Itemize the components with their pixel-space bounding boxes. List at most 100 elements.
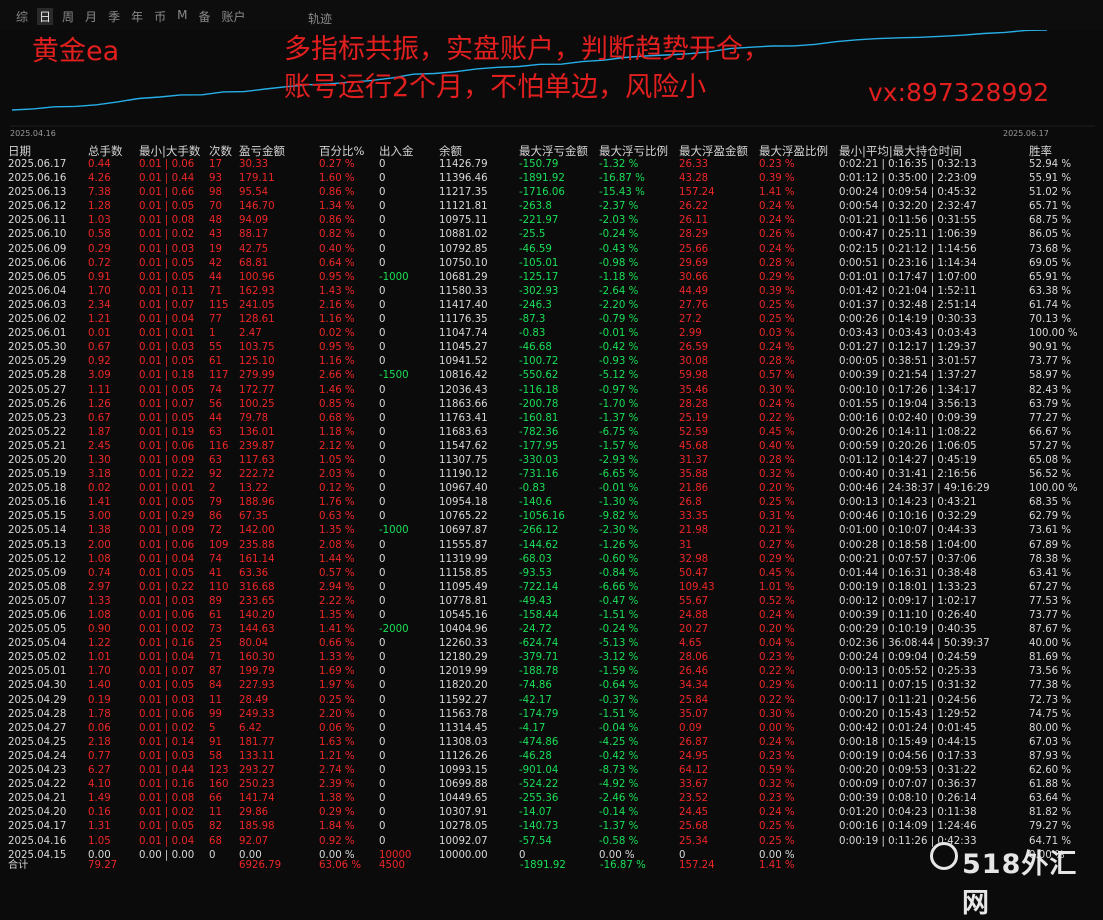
tab-6[interactable]: 币 bbox=[152, 8, 168, 25]
table-row[interactable]: 2025.05.21 2.45 0.01 | 0.06 116 239.87 2.12 %… bbox=[8, 440, 1103, 454]
cell-max-float-profit-pct: 0.59 % bbox=[759, 765, 795, 777]
table-row[interactable]: 2025.04.30 1.40 0.01 | 0.05 84 227.93 1.97 % 0… bbox=[8, 679, 1103, 693]
table-row[interactable]: 2025.06.11 1.03 0.01 | 0.08 48 94.09 0.86 % 0 1… bbox=[8, 214, 1103, 228]
cell-max-float-loss: -1716.06 bbox=[519, 187, 565, 199]
table-row[interactable]: 2025.05.04 1.22 0.01 | 0.16 25 80.04 0.66 % 0 1… bbox=[8, 637, 1103, 651]
table-row[interactable]: 2025.06.12 1.28 0.01 | 0.05 70 146.70 1.34 % 0… bbox=[8, 200, 1103, 214]
header-pnl[interactable]: 盈亏金额 bbox=[239, 144, 285, 158]
tab-7[interactable]: M bbox=[175, 8, 189, 25]
table-row[interactable]: 2025.06.16 4.26 0.01 | 0.44 93 179.11 1.60 % 0… bbox=[8, 172, 1103, 186]
tab-5[interactable]: 年 bbox=[129, 8, 145, 25]
table-row[interactable]: 2025.04.29 0.19 0.01 | 0.03 11 28.49 0.25 % 0 1… bbox=[8, 694, 1103, 708]
cell-win-rate: 73.56 % bbox=[1029, 666, 1072, 678]
table-row[interactable]: 2025.05.05 0.90 0.01 | 0.02 73 144.63 1.41 % -… bbox=[8, 623, 1103, 637]
cell-deposit: 0 bbox=[379, 173, 386, 185]
table-row[interactable]: 2025.05.09 0.74 0.01 | 0.05 41 63.36 0.57 % 0 1… bbox=[8, 567, 1103, 581]
table-row[interactable]: 2025.04.17 1.31 0.01 | 0.05 82 185.98 1.84 % 0… bbox=[8, 820, 1103, 834]
cell-pnl: 140.20 bbox=[239, 610, 275, 621]
tab-3[interactable]: 月 bbox=[83, 8, 99, 25]
table-row[interactable]: 2025.05.29 0.92 0.01 | 0.05 61 125.10 1.16 % 0… bbox=[8, 355, 1103, 369]
table-row[interactable]: 2025.05.15 3.00 0.01 | 0.29 86 67.35 0.63 % 0 1… bbox=[8, 510, 1103, 524]
table-row[interactable]: 2025.05.19 3.18 0.01 | 0.22 92 222.72 2.03 % 0… bbox=[8, 468, 1103, 482]
cell-max-float-profit: 26.59 bbox=[679, 342, 709, 354]
table-row[interactable]: 2025.05.02 1.01 0.01 | 0.04 71 160.30 1.33 % 0… bbox=[8, 651, 1103, 665]
header-deposit[interactable]: 出入金 bbox=[379, 144, 414, 158]
header-balance[interactable]: 余额 bbox=[439, 144, 462, 158]
track-button[interactable]: 轨迹 bbox=[308, 10, 332, 27]
table-row[interactable]: 2025.04.20 0.16 0.01 | 0.02 11 29.86 0.29 % 0 1… bbox=[8, 806, 1103, 820]
table-row[interactable]: 2025.05.14 1.38 0.01 | 0.09 72 142.00 1.35 % -… bbox=[8, 524, 1103, 538]
table-row[interactable]: 2025.05.20 1.30 0.01 | 0.09 63 117.63 1.05 % 0… bbox=[8, 454, 1103, 468]
header-date[interactable]: 日期 bbox=[8, 144, 31, 158]
table-row[interactable]: 2025.05.01 1.70 0.01 | 0.07 87 199.79 1.69 % 0… bbox=[8, 665, 1103, 679]
cell-pct: 0.27 % bbox=[319, 159, 355, 170]
tab-2[interactable]: 周 bbox=[60, 8, 76, 25]
header-trade-count[interactable]: 次数 bbox=[209, 144, 232, 158]
table-row[interactable]: 2025.06.10 0.58 0.01 | 0.02 43 88.17 0.82 % 0 1… bbox=[8, 228, 1103, 242]
cell-total-lots: 0.16 bbox=[88, 807, 111, 819]
cell-min-max-lots: 0.01 | 0.05 bbox=[139, 356, 195, 368]
table-row[interactable]: 2025.05.28 3.09 0.01 | 0.18 117 279.99 2.66 %… bbox=[8, 369, 1103, 383]
table-row[interactable]: 2025.05.23 0.67 0.01 | 0.05 44 79.78 0.68 % 0 1… bbox=[8, 412, 1103, 426]
table-row[interactable]: 2025.05.26 1.26 0.01 | 0.07 56 100.25 0.85 % 0… bbox=[8, 398, 1103, 412]
table-row[interactable]: 2025.05.22 1.87 0.01 | 0.19 63 136.01 1.18 % 0… bbox=[8, 426, 1103, 440]
cell-trade-count: 71 bbox=[209, 652, 222, 664]
cell-pnl: 160.30 bbox=[239, 652, 275, 664]
cell-hold-time: 0:01:21 | 0:11:56 | 0:31:55 bbox=[839, 215, 977, 227]
table-row[interactable]: 2025.06.06 0.72 0.01 | 0.05 42 68.81 0.64 % 0 1… bbox=[8, 257, 1103, 271]
header-max-float-loss[interactable]: 最大浮亏金额 bbox=[519, 144, 588, 158]
cell-balance: 11555.87 bbox=[439, 539, 488, 551]
table-row[interactable]: 2025.04.23 6.27 0.01 | 0.44 123 293.27 2.74 %… bbox=[8, 764, 1103, 778]
chart-annotation-contact: vx:897328992 bbox=[868, 78, 1050, 107]
table-row[interactable]: 2025.05.16 1.41 0.01 | 0.05 79 188.96 1.76 % 0… bbox=[8, 496, 1103, 510]
table-row[interactable]: 2025.05.27 1.11 0.01 | 0.05 74 172.77 1.46 % 0… bbox=[8, 384, 1103, 398]
table-row[interactable]: 2025.06.03 2.34 0.01 | 0.07 115 241.05 2.16 %… bbox=[8, 299, 1103, 313]
table-row[interactable]: 2025.04.22 4.10 0.01 | 0.16 160 250.23 2.39 %… bbox=[8, 778, 1103, 792]
header-min-max-lots[interactable]: 最小|大手数 bbox=[139, 144, 200, 158]
table-row[interactable]: 2025.05.30 0.67 0.01 | 0.03 55 103.75 0.95 % 0… bbox=[8, 341, 1103, 355]
cell-hold-time: 0:00:19 | 0:04:56 | 0:17:33 bbox=[839, 750, 977, 762]
cell-trade-count: 93 bbox=[209, 173, 222, 185]
header-max-float-loss-pct[interactable]: 最大浮亏比例 bbox=[599, 144, 668, 158]
table-row[interactable]: 2025.06.01 0.01 0.01 | 0.01 1 2.47 0.02 % 0 110… bbox=[8, 327, 1103, 341]
tab-4[interactable]: 季 bbox=[106, 8, 122, 25]
cell-pct: 0.12 % bbox=[319, 483, 355, 495]
table-row[interactable]: 2025.04.28 1.78 0.01 | 0.06 99 249.33 2.20 % 0… bbox=[8, 708, 1103, 722]
header-total-lots[interactable]: 总手数 bbox=[88, 144, 123, 158]
cell-pct: 0.82 % bbox=[319, 229, 355, 241]
header-win-rate[interactable]: 胜率 bbox=[1029, 144, 1052, 158]
total-label: 合计 bbox=[8, 860, 29, 871]
cell-min-max-lots: 0.01 | 0.09 bbox=[139, 525, 195, 537]
cell-hold-time: 0:01:12 | 0:14:27 | 0:45:19 bbox=[839, 454, 977, 466]
cell-pnl: 6.42 bbox=[239, 722, 262, 734]
tab-8[interactable]: 备 bbox=[196, 8, 212, 25]
header-hold-time[interactable]: 最小|平均|最大持仓时间 bbox=[839, 144, 962, 158]
table-row[interactable]: 2025.06.04 1.70 0.01 | 0.11 71 162.93 1.43 % 0… bbox=[8, 285, 1103, 299]
header-max-float-profit-pct[interactable]: 最大浮盈比例 bbox=[759, 144, 828, 158]
table-row[interactable]: 2025.04.24 0.77 0.01 | 0.03 58 133.11 1.21 % 0… bbox=[8, 750, 1103, 764]
table-row[interactable]: 2025.04.25 2.18 0.01 | 0.14 91 181.77 1.63 % 0… bbox=[8, 736, 1103, 750]
header-max-float-profit[interactable]: 最大浮盈金额 bbox=[679, 144, 748, 158]
table-row[interactable]: 2025.05.06 1.08 0.01 | 0.06 61 140.20 1.35 % 0… bbox=[8, 609, 1103, 623]
table-row[interactable]: 2025.06.05 0.91 0.01 | 0.05 44 100.96 0.95 % -… bbox=[8, 271, 1103, 285]
table-row[interactable]: 2025.05.13 2.00 0.01 | 0.06 109 235.88 2.08 %… bbox=[8, 539, 1103, 553]
cell-max-float-loss-pct: -0.43 % bbox=[599, 243, 639, 255]
table-row[interactable]: 2025.04.27 0.06 0.01 | 0.02 5 6.42 0.06 % 0 113… bbox=[8, 722, 1103, 736]
table-row[interactable]: 2025.04.21 1.49 0.01 | 0.08 66 141.74 1.38 % 0… bbox=[8, 792, 1103, 806]
table-row[interactable]: 2025.05.12 1.08 0.01 | 0.04 74 161.14 1.44 % 0… bbox=[8, 553, 1103, 567]
tab-1[interactable]: 日 bbox=[37, 8, 54, 25]
header-pct[interactable]: 百分比% bbox=[319, 144, 364, 158]
table-row[interactable]: 2025.06.13 7.38 0.01 | 0.66 98 95.54 0.86 % 0 1… bbox=[8, 186, 1103, 200]
table-row[interactable]: 2025.06.09 0.29 0.01 | 0.03 19 42.75 0.40 % 0 1… bbox=[8, 243, 1103, 257]
tab-9[interactable]: 账户 bbox=[219, 8, 247, 25]
cell-hold-time: 0:02:36 | 36:08:44 | 50:39:37 bbox=[839, 638, 990, 650]
tab-0[interactable]: 综 bbox=[14, 8, 30, 25]
table-row[interactable]: 2025.06.17 0.44 0.01 | 0.06 17 30.33 0.27 % 0 1… bbox=[8, 158, 1103, 172]
table-row[interactable]: 2025.05.08 2.97 0.01 | 0.22 110 316.68 2.94 %… bbox=[8, 581, 1103, 595]
table-row[interactable]: 2025.05.18 0.02 0.01 | 0.01 2 13.22 0.12 % 0 10… bbox=[8, 482, 1103, 496]
table-row[interactable]: 2025.06.02 1.21 0.01 | 0.04 77 128.61 1.16 % 0… bbox=[8, 313, 1103, 327]
table-row[interactable]: 2025.05.07 1.33 0.01 | 0.03 89 233.65 2.22 % 0… bbox=[8, 595, 1103, 609]
cell-date: 2025.05.04 bbox=[8, 638, 67, 650]
cell-min-max-lots: 0.01 | 0.01 bbox=[139, 483, 195, 495]
cell-max-float-profit: 31.37 bbox=[679, 454, 709, 466]
